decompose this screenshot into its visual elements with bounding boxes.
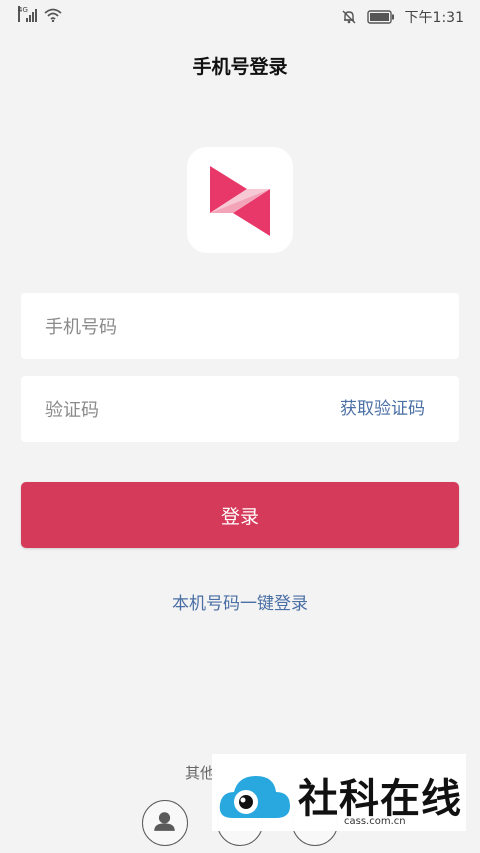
mute-bell-icon bbox=[342, 10, 356, 24]
one-click-login-link[interactable]: 本机号码一键登录 bbox=[0, 589, 480, 614]
app-logo bbox=[187, 147, 293, 253]
status-left-group: 4G bbox=[18, 6, 62, 22]
user-icon bbox=[154, 812, 175, 831]
user-login-option[interactable] bbox=[142, 800, 188, 846]
phone-input[interactable] bbox=[43, 293, 437, 361]
status-bar: 4G 下午1:31 bbox=[0, 0, 480, 32]
code-field: 获取验证码 bbox=[21, 376, 459, 444]
status-right-group: 下午1:31 bbox=[341, 7, 464, 27]
app-logo-icon bbox=[210, 166, 270, 236]
network-type-label: 4G bbox=[18, 6, 28, 22]
page-title: 手机号登录 bbox=[192, 56, 288, 78]
status-time: 下午1:31 bbox=[404, 10, 464, 26]
other-login-label: 其他 bbox=[185, 764, 216, 782]
login-button[interactable]: 登录 bbox=[21, 482, 459, 548]
cloud-eye-icon bbox=[219, 776, 290, 818]
get-code-button[interactable]: 获取验证码 bbox=[340, 376, 425, 442]
watermark-url: cass.com.cn bbox=[344, 816, 406, 827]
signal-icon: 4G bbox=[18, 6, 38, 22]
wifi-icon bbox=[44, 8, 62, 22]
verification-code-input[interactable] bbox=[43, 376, 317, 444]
watermark: 社科在线 cass.com.cn bbox=[212, 754, 466, 831]
phone-field bbox=[21, 293, 459, 361]
battery-icon bbox=[366, 10, 394, 24]
